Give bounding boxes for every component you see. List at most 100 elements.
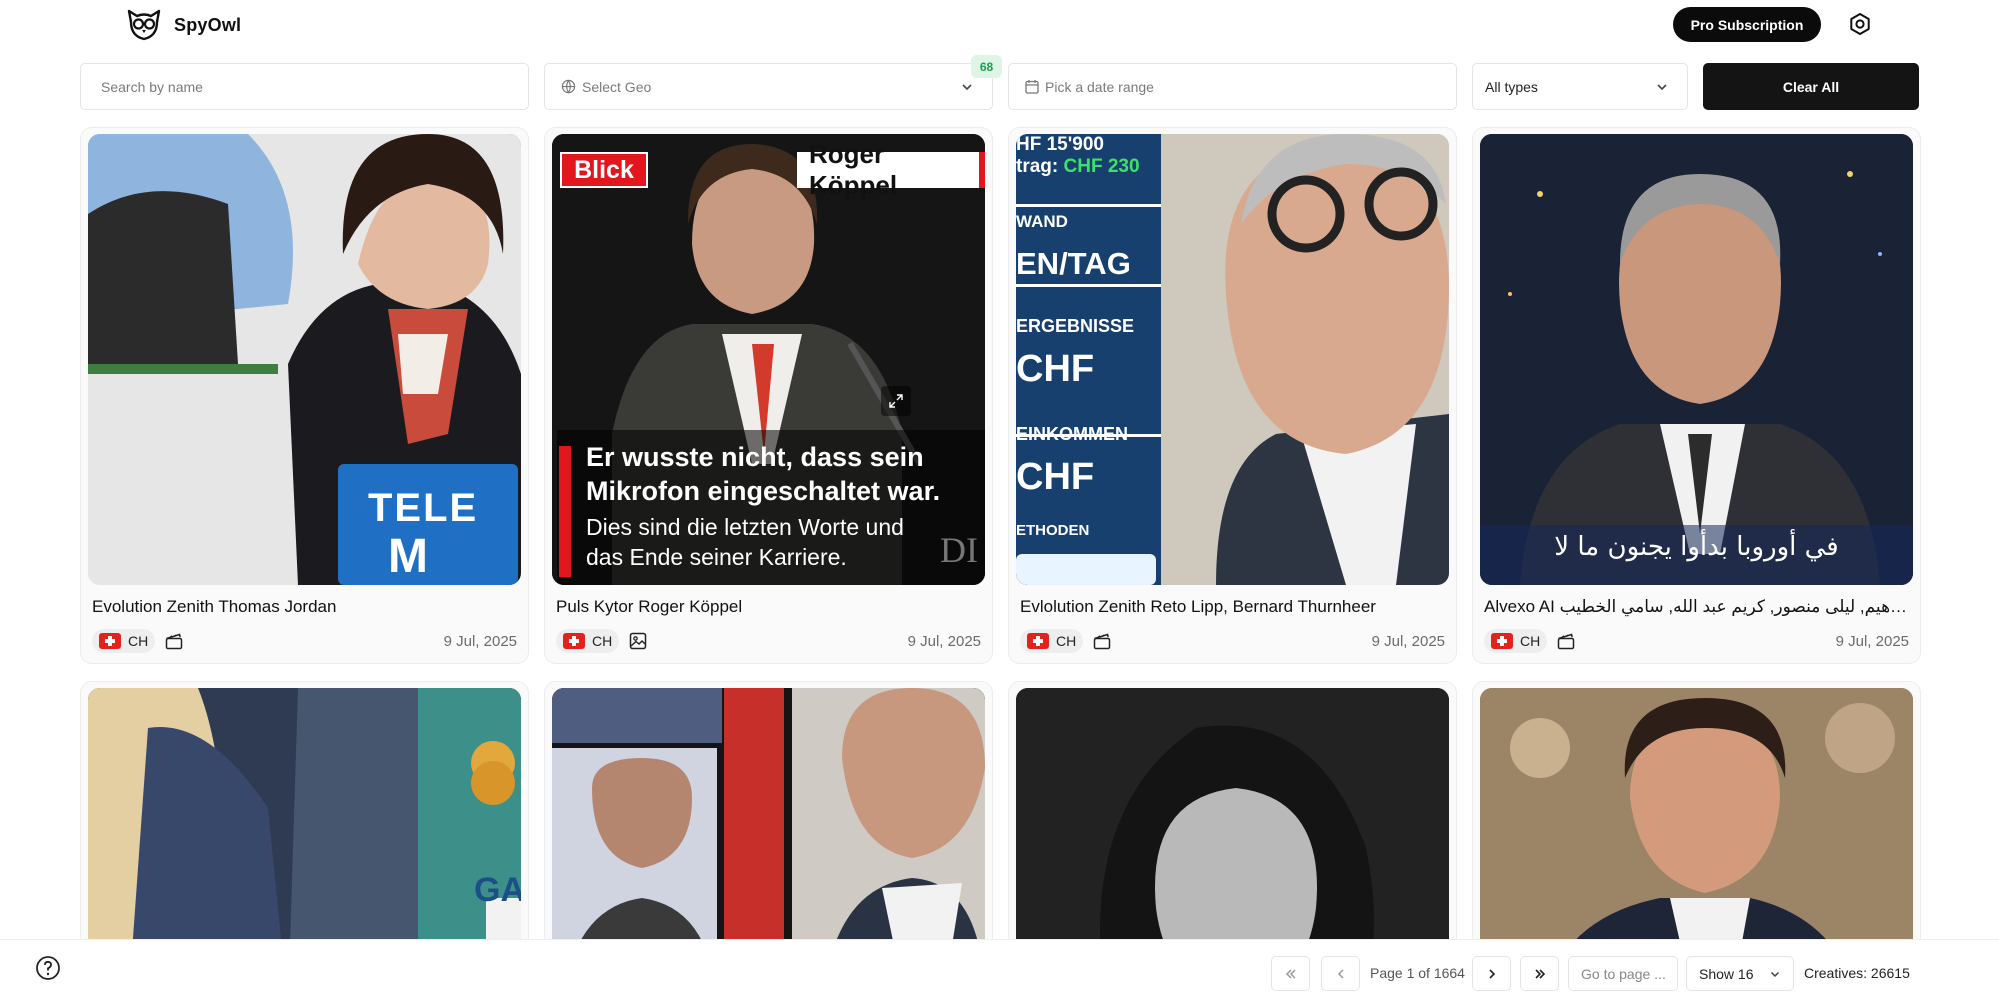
first-page-button[interactable] — [1271, 956, 1310, 991]
card-title: Alvexo AI ف, علي إبراهيم, ليلى منصور, كر… — [1484, 597, 1908, 616]
geo-code: CH — [128, 633, 149, 649]
name-banner: Roger Köppel — [797, 139, 985, 200]
go-to-page-input[interactable]: Go to page ... — [1568, 956, 1678, 991]
help-icon — [36, 956, 60, 980]
arabic-caption: في أوروبا بدأوا يجنون ما لا — [1554, 532, 1839, 562]
overlay-text: EINKOMMEN — [1016, 424, 1128, 444]
page-size-value: Show 16 — [1699, 965, 1754, 982]
swiss-flag-icon — [563, 633, 585, 649]
image-icon — [628, 631, 648, 651]
page-size-select[interactable]: Show 16 — [1686, 956, 1794, 991]
previous-page-button[interactable] — [1321, 956, 1360, 991]
overlay-text: CHF — [1016, 348, 1095, 390]
card-meta: CH 9 Jul, 2025 — [92, 628, 517, 654]
thumb-art-presenter: TELE M — [88, 134, 521, 585]
overlay-text: CHF — [1016, 456, 1095, 498]
type-value: All types — [1485, 78, 1538, 95]
page-indicator: Page 1 of 1664 — [1370, 965, 1465, 981]
creative-thumbnail[interactable]: HF 15'900 trag: CHF 230 WAND EN/TAG ERGE… — [1016, 134, 1449, 585]
creatives-value: 26615 — [1870, 965, 1910, 981]
top-bar: SpyOwl Pro Subscription — [0, 0, 1999, 50]
globe-icon — [561, 79, 576, 94]
creatives-label: Creatives: — [1804, 965, 1868, 981]
overlay-text: EN/TAG — [1016, 246, 1131, 281]
settings-button[interactable] — [1846, 10, 1874, 38]
chevron-down-icon — [962, 84, 972, 91]
creative-card[interactable]: TELE M Evolution Zenith Thomas Jordan CH… — [80, 127, 529, 664]
subheadline-line1: Dies sind die letzten Worte und — [586, 514, 904, 540]
geo-badge: CH — [1484, 629, 1548, 653]
geo-badge: CH — [556, 629, 620, 653]
chevron-down-icon — [1770, 971, 1780, 978]
app-name: SpyOwl — [174, 14, 242, 35]
card-date: 9 Jul, 2025 — [443, 632, 517, 650]
tele-logo-text: TELE — [368, 486, 479, 530]
geo-count-badge: 68 — [971, 55, 1002, 78]
double-chevron-right-icon — [1534, 968, 1545, 979]
deposit-value: CHF 230 — [1063, 156, 1140, 177]
geo-code: CH — [592, 633, 613, 649]
creative-thumbnail[interactable]: TELE M — [88, 134, 521, 585]
type-select[interactable]: All types — [1472, 63, 1688, 110]
search-placeholder: Search by name — [101, 78, 203, 95]
clear-all-button[interactable]: Clear All — [1703, 63, 1919, 110]
deposit-line: trag: CHF 230 — [1016, 156, 1140, 178]
card-title: Puls Kytor Roger Köppel — [556, 597, 743, 616]
chevron-down-icon — [1657, 84, 1667, 91]
tele-logo-letter: M — [388, 530, 428, 583]
creative-thumbnail[interactable]: في أوروبا بدأوا يجنون ما لا — [1480, 134, 1913, 585]
geo-placeholder: Select Geo — [582, 78, 652, 95]
card-meta: CH 9 Jul, 2025 — [556, 628, 981, 654]
headline-line2: Mikrofon eingeschaltet war. — [586, 476, 941, 506]
pro-subscription-button[interactable]: Pro Subscription — [1673, 7, 1821, 42]
deposit-label: trag: — [1016, 156, 1059, 177]
headline-line1: Er wusste nicht, dass sein — [586, 442, 924, 472]
thumb-art-news-anchor — [1480, 134, 1913, 585]
geo-code: CH — [1520, 633, 1541, 649]
swiss-flag-icon — [99, 633, 121, 649]
video-icon — [1092, 631, 1112, 651]
video-icon — [164, 631, 184, 651]
background-letters: GA — [474, 871, 521, 909]
background-letters: DI — [940, 530, 978, 570]
calendar-icon — [1025, 79, 1039, 94]
search-input[interactable]: Search by name — [80, 63, 529, 110]
card-date: 9 Jul, 2025 — [1835, 632, 1909, 650]
expand-button[interactable] — [881, 386, 911, 416]
help-button[interactable] — [35, 955, 61, 981]
creative-card[interactable]: في أوروبا بدأوا يجنون ما لا Alvexo AI ف,… — [1472, 127, 1921, 664]
creative-thumbnail[interactable]: Blick Roger Köppel Er wusste nicht, dass… — [552, 134, 985, 585]
creatives-count: Creatives: 26615 — [1804, 965, 1910, 981]
swiss-flag-icon — [1027, 633, 1049, 649]
chevron-left-icon — [1337, 968, 1344, 979]
gear-icon — [1850, 13, 1870, 35]
owl-logo-icon — [127, 9, 161, 41]
next-page-button[interactable] — [1472, 956, 1511, 991]
logo[interactable]: SpyOwl — [126, 8, 241, 42]
creative-card[interactable]: Blick Roger Köppel Er wusste nicht, dass… — [544, 127, 993, 664]
card-meta: CH 9 Jul, 2025 — [1484, 628, 1909, 654]
date-placeholder: Pick a date range — [1045, 78, 1154, 95]
swiss-flag-icon — [1491, 633, 1513, 649]
go-to-page-placeholder: Go to page ... — [1581, 965, 1666, 982]
date-range-picker[interactable]: Pick a date range — [1008, 63, 1457, 110]
creative-card[interactable]: HF 15'900 trag: CHF 230 WAND EN/TAG ERGE… — [1008, 127, 1457, 664]
geo-code: CH — [1056, 633, 1077, 649]
overlay-text: WAND — [1016, 212, 1068, 231]
card-title: Evlolution Zenith Reto Lipp, Bernard Thu… — [1020, 597, 1376, 616]
pagination-bar: Page 1 of 1664 Go to page ... Show 16 Cr… — [0, 939, 1999, 1002]
expand-icon — [889, 394, 903, 408]
card-date: 9 Jul, 2025 — [907, 632, 981, 650]
overlay-text: ETHODEN — [1016, 522, 1090, 539]
card-date: 9 Jul, 2025 — [1371, 632, 1445, 650]
card-meta: CH 9 Jul, 2025 — [1020, 628, 1445, 654]
chevron-right-icon — [1488, 968, 1495, 979]
geo-badge: CH — [1020, 629, 1084, 653]
price-line: HF 15'900 — [1016, 134, 1104, 155]
geo-badge: CH — [92, 629, 156, 653]
overlay-text: ERGEBNISSE — [1016, 316, 1135, 336]
last-page-button[interactable] — [1520, 956, 1559, 991]
geo-select[interactable]: Select Geo — [544, 63, 993, 110]
blick-logo: Blick — [560, 152, 648, 188]
card-title: Evolution Zenith Thomas Jordan — [92, 597, 337, 616]
